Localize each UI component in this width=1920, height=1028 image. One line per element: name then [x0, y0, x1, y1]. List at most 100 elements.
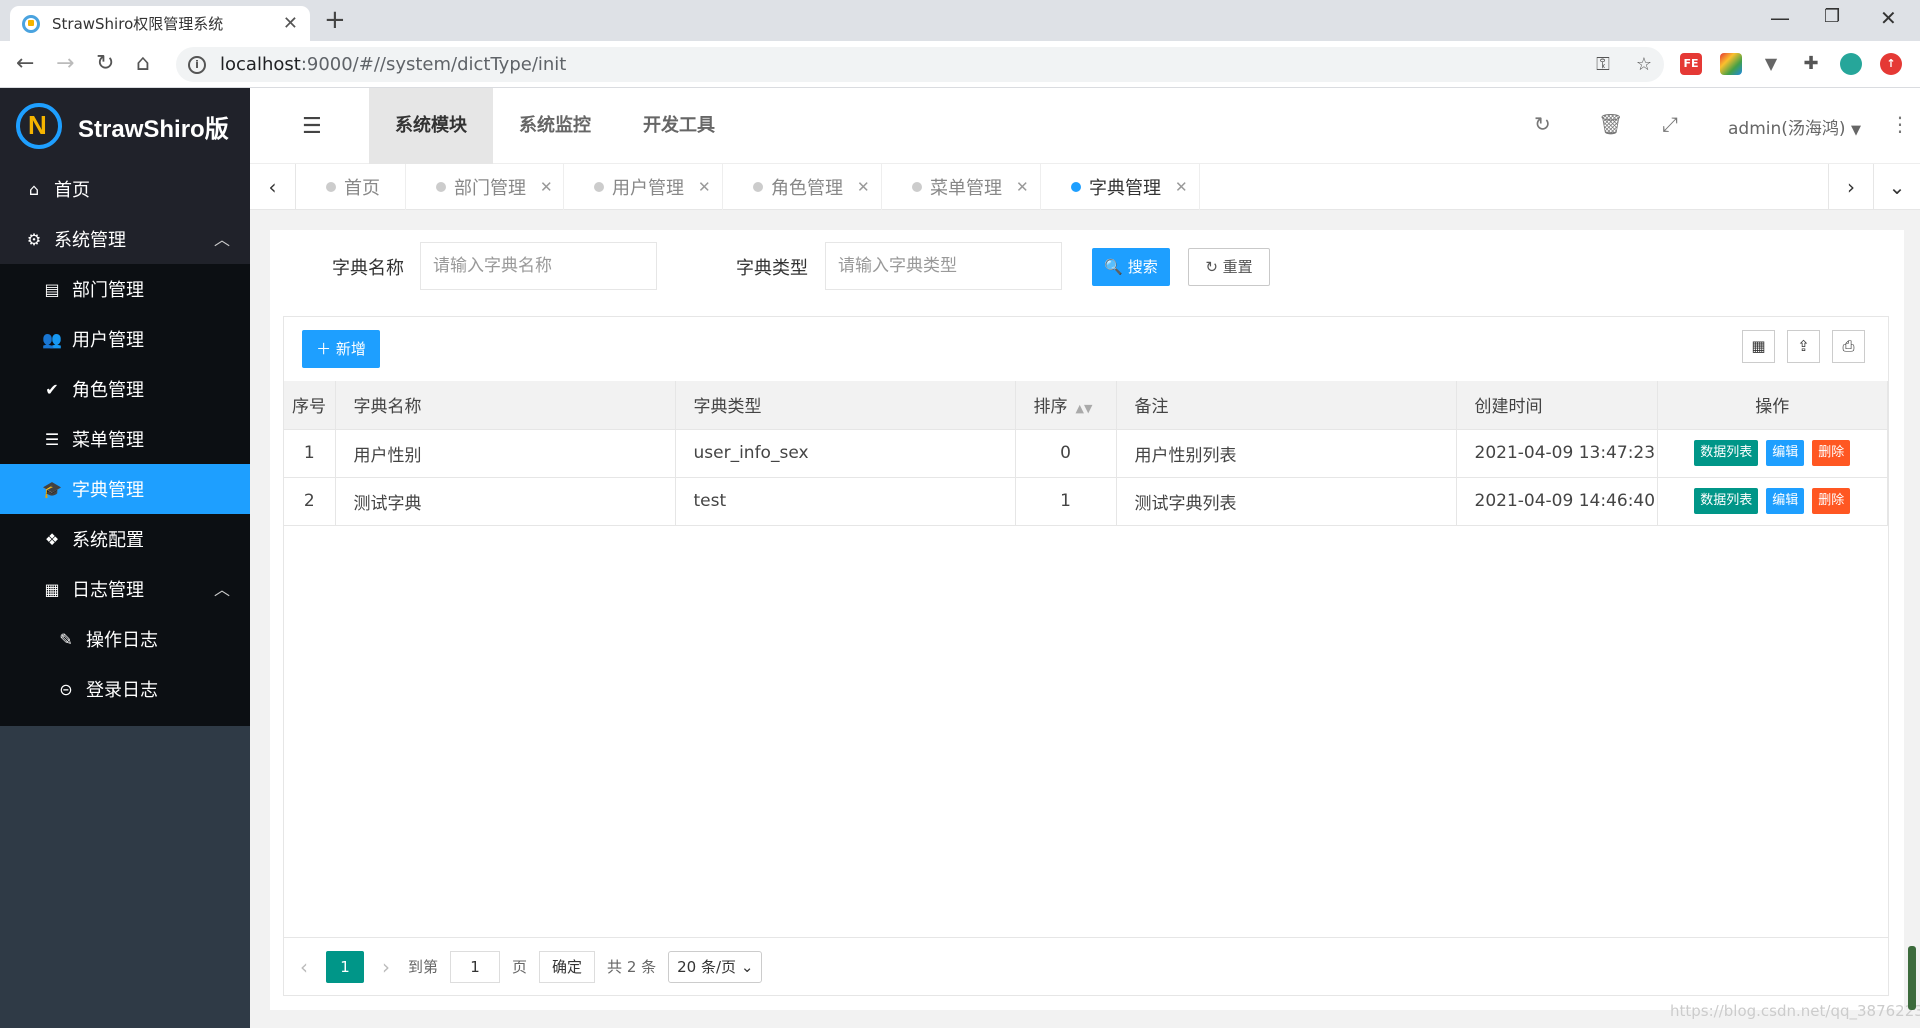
site-info-icon[interactable]: i [188, 55, 206, 74]
refresh-icon[interactable]: ↻ [1534, 112, 1551, 136]
sidebar-item-dept[interactable]: ▤ 部门管理 [0, 264, 250, 314]
home-icon[interactable]: ⌂ [136, 51, 150, 77]
close-tab-icon[interactable]: ✕ [283, 13, 298, 34]
tabs-scroll-left-icon[interactable]: ‹ [250, 164, 296, 210]
dict-type-label: 字典类型 [736, 258, 808, 279]
page-size-select[interactable]: 20 条/页 ⌄ [668, 950, 763, 983]
col-remark: 备注 [1116, 381, 1457, 430]
page-tab-dept[interactable]: 部门管理 ✕ [406, 164, 564, 210]
page-tab-menu[interactable]: 菜单管理 ✕ [882, 164, 1041, 210]
tab-dev-tools[interactable]: 开发工具 [617, 88, 741, 164]
col-sort[interactable]: 排序 ▲▼ [1015, 381, 1117, 430]
close-tab-icon[interactable]: ✕ [1016, 178, 1029, 196]
content-card: 字典名称 请输入字典名称 字典类型 请输入字典类型 🔍 搜索 ↻ 重置 ＋ 新增… [270, 230, 1904, 1010]
check-icon: ✔ [45, 379, 59, 399]
page-scrollbar[interactable] [1908, 946, 1916, 1010]
reset-button[interactable]: ↻ 重置 [1188, 248, 1270, 286]
dict-type-input[interactable]: 请输入字典类型 [825, 242, 1062, 290]
system-submenu: ▤ 部门管理 👥 用户管理 ✔ 角色管理 ☰ 菜单管理 🎓 字典管理 ❖ 系统配 [0, 264, 250, 726]
forward-icon[interactable]: → [56, 51, 74, 77]
browser-toolbar: ← → ↻ ⌂ i localhost:9000/#//system/dictT… [0, 41, 1920, 88]
add-button[interactable]: ＋ 新增 [302, 330, 380, 368]
color-extension-icon[interactable] [1720, 53, 1742, 75]
cell-no: 1 [284, 429, 336, 478]
close-tab-icon[interactable]: ✕ [540, 178, 553, 196]
page-tab-role[interactable]: 角色管理 ✕ [723, 164, 882, 210]
bookmark-star-icon[interactable]: ☆ [1636, 54, 1652, 75]
minimize-icon[interactable]: — [1770, 6, 1790, 30]
vue-extension-icon[interactable]: ▼ [1760, 53, 1782, 75]
sidebar-item-config[interactable]: ❖ 系统配置 [0, 514, 250, 564]
sidebar-item-dict[interactable]: 🎓 字典管理 [0, 464, 250, 514]
page-tab-home[interactable]: 首页 [296, 164, 406, 210]
cell-name: 测试字典 [335, 477, 676, 526]
browser-tab[interactable]: StrawShiro权限管理系统 ✕ [10, 6, 310, 41]
cell-created: 2021-04-09 13:47:23 [1456, 429, 1658, 478]
toggle-sidebar-icon[interactable]: ☰ [302, 114, 322, 139]
profile-avatar-icon[interactable] [1840, 53, 1862, 75]
dict-name-label: 字典名称 [332, 258, 404, 279]
total-count: 共 2 条 [607, 958, 657, 976]
page-tab-dict[interactable]: 字典管理 ✕ [1041, 164, 1200, 210]
edit-button[interactable]: 编辑 [1766, 440, 1805, 466]
more-vertical-icon[interactable]: ⋮ [1890, 112, 1910, 136]
back-icon[interactable]: ← [16, 51, 34, 77]
print-icon[interactable]: ⎙ [1832, 330, 1865, 363]
sidebar-item-oplog[interactable]: ✎ 操作日志 [0, 614, 250, 664]
trash-icon[interactable]: 🗑 [1598, 112, 1623, 136]
refresh-icon: ↻ [1205, 258, 1218, 276]
site-favicon-icon [22, 14, 40, 33]
restore-icon[interactable]: ❐ [1824, 6, 1840, 27]
tabs-dropdown-icon[interactable]: ⌄ [1874, 164, 1920, 210]
address-bar[interactable]: i localhost:9000/#//system/dictType/init… [176, 47, 1664, 82]
key-icon[interactable]: ⚿ [1596, 54, 1610, 75]
user-menu[interactable]: admin(汤海鸿) ▼ [1728, 114, 1861, 139]
data-list-button[interactable]: 数据列表 [1694, 488, 1759, 514]
export-icon[interactable]: ⇪ [1787, 330, 1820, 363]
cell-sort: 0 [1015, 429, 1117, 478]
tabs-scroll-right-icon[interactable]: › [1828, 164, 1874, 210]
new-tab-icon[interactable]: + [324, 7, 346, 33]
close-tab-icon[interactable]: ✕ [698, 178, 711, 196]
goto-page-input[interactable]: 1 [450, 950, 501, 983]
confirm-page-button[interactable]: 确定 [539, 950, 596, 983]
sidebar-item-menu[interactable]: ☰ 菜单管理 [0, 414, 250, 464]
columns-filter-icon[interactable]: ▦ [1742, 330, 1775, 363]
table-box: ＋ 新增 ▦ ⇪ ⎙ 序号 字典名称 字典类型 排序 ▲▼ 备注 创建时间 操作 … [283, 316, 1889, 996]
prev-page-icon[interactable]: ‹ [300, 955, 308, 979]
close-window-icon[interactable]: ✕ [1880, 6, 1897, 30]
operation-icon: ✎ [59, 629, 73, 649]
sidebar-item-home[interactable]: ⌂ 首页 [0, 164, 250, 214]
fullscreen-icon[interactable]: ⤢ [1662, 112, 1678, 136]
sidebar-item-loginlog[interactable]: ⊝ 登录日志 [0, 664, 250, 714]
dict-name-input[interactable]: 请输入字典名称 [420, 242, 657, 290]
close-tab-icon[interactable]: ✕ [857, 178, 870, 196]
tab-dot-icon [1071, 182, 1081, 192]
sidebar-item-user[interactable]: 👥 用户管理 [0, 314, 250, 364]
logo-bar: StrawShiro版 [0, 88, 250, 164]
close-tab-icon[interactable]: ✕ [1175, 178, 1188, 196]
sort-icon[interactable]: ▲▼ [1076, 402, 1093, 415]
cell-sort: 1 [1015, 477, 1117, 526]
tab-system-module[interactable]: 系统模块 [369, 88, 493, 164]
update-icon[interactable]: ↑ [1880, 53, 1902, 75]
next-page-icon[interactable]: › [382, 955, 390, 979]
sidebar-item-log[interactable]: ▦ 日志管理 ︿ [0, 564, 250, 614]
search-button[interactable]: 🔍 搜索 [1092, 248, 1170, 286]
page-tab-user[interactable]: 用户管理 ✕ [564, 164, 723, 210]
sidebar-item-system[interactable]: ⚙ 系统管理 ︿ [0, 214, 250, 264]
delete-button[interactable]: 删除 [1812, 440, 1851, 466]
delete-button[interactable]: 删除 [1812, 488, 1851, 514]
fe-extension-icon[interactable]: FE [1680, 53, 1702, 75]
goto-label: 到第 [408, 958, 439, 976]
reload-icon[interactable]: ↻ [96, 51, 114, 77]
tab-dot-icon [326, 182, 336, 192]
url-text[interactable]: localhost:9000/#//system/dictType/init [220, 54, 1570, 75]
current-page[interactable]: 1 [326, 950, 364, 983]
puzzle-extension-icon[interactable]: ✚ [1800, 53, 1822, 75]
tab-system-monitor[interactable]: 系统监控 [493, 88, 617, 164]
data-list-button[interactable]: 数据列表 [1694, 440, 1759, 466]
chevron-down-icon: ⌄ [740, 957, 754, 976]
sidebar-item-role[interactable]: ✔ 角色管理 [0, 364, 250, 414]
edit-button[interactable]: 编辑 [1766, 488, 1805, 514]
